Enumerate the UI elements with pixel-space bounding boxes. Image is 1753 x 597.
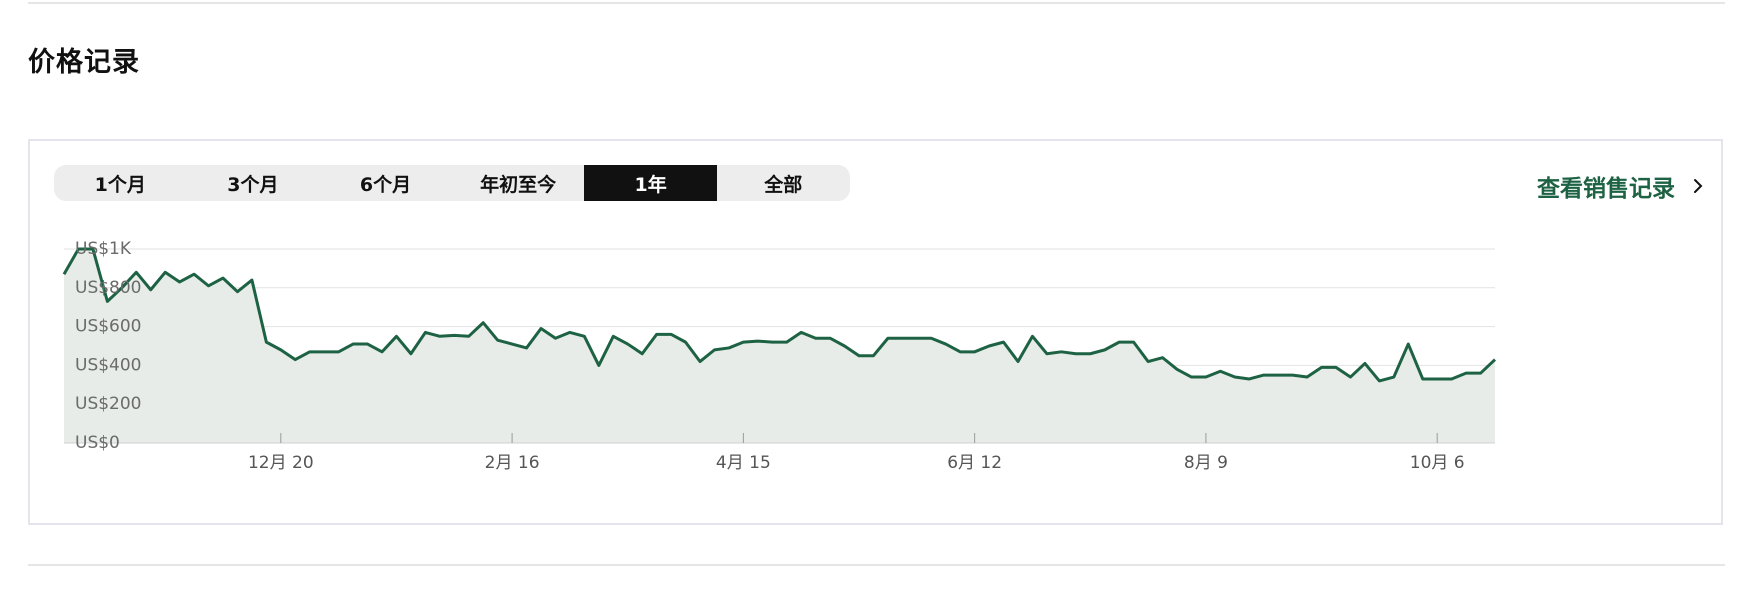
x-tick-label-3: 6月 12	[947, 453, 1002, 473]
y-tick-label-3: US$600	[75, 317, 142, 337]
y-tick-label-1: US$200	[75, 394, 142, 414]
x-tick-label-1: 2月 16	[485, 453, 540, 473]
x-tick-label-2: 4月 15	[716, 453, 771, 473]
x-tick-label-4: 8月 9	[1184, 453, 1228, 473]
price-history-card: 1个月 3个月 6个月 年初至今 1年 全部 查看销售记录 US$0 US$200 US$40…	[28, 139, 1723, 525]
y-tick-label-0: US$0	[75, 433, 120, 453]
y-tick-label-5: US$1K	[75, 239, 132, 259]
price-area	[64, 249, 1495, 443]
section-title: 价格记录	[28, 47, 140, 78]
y-tick-label-2: US$400	[75, 355, 142, 375]
top-divider	[28, 2, 1725, 4]
x-tick-label-0: 12月 20	[248, 453, 314, 473]
price-chart: US$0 US$200 US$400 US$600 US$800 US$1K 12月 20 2…	[62, 239, 1497, 473]
x-tick-label-5: 10月 6	[1410, 453, 1465, 473]
bottom-divider	[28, 564, 1725, 566]
y-tick-label-4: US$800	[75, 278, 142, 298]
